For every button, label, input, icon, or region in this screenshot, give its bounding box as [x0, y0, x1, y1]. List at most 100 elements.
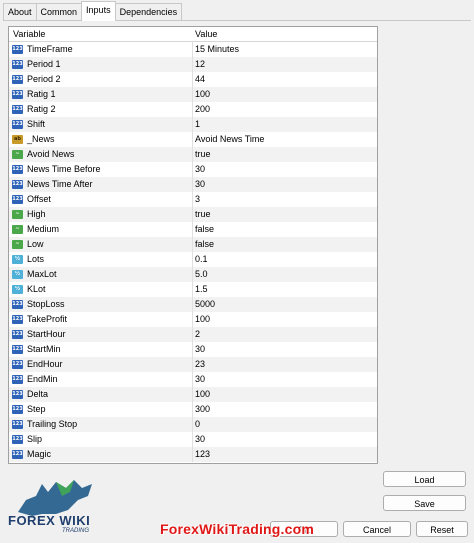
variable-value[interactable]: 30: [195, 432, 205, 447]
column-divider: [192, 132, 193, 147]
double-icon: ½: [12, 270, 23, 279]
variable-value[interactable]: 0.1: [195, 252, 208, 267]
column-divider: [192, 342, 193, 357]
int-icon: 123: [12, 165, 23, 174]
table-row[interactable]: 123 Offset 3: [9, 192, 377, 207]
variable-value[interactable]: 5.0: [195, 267, 208, 282]
table-row[interactable]: 123 Slip 30: [9, 432, 377, 447]
variable-name: StartHour: [27, 329, 66, 339]
table-row[interactable]: 123 StartMin 30: [9, 342, 377, 357]
inputs-grid: Variable Value 123 TimeFrame 15 Minutes 123…: [8, 26, 378, 464]
table-row[interactable]: 123 Magic 123: [9, 447, 377, 462]
variable-value[interactable]: false: [195, 237, 214, 252]
table-row[interactable]: ~ Medium false: [9, 222, 377, 237]
variable-value[interactable]: 30: [195, 342, 205, 357]
column-divider: [192, 177, 193, 192]
variable-value[interactable]: 30: [195, 177, 205, 192]
table-row[interactable]: 123 Delta 100: [9, 387, 377, 402]
int-icon: 123: [12, 60, 23, 69]
table-row[interactable]: 123 Ratig 1 100: [9, 87, 377, 102]
table-row[interactable]: ½ Lots 0.1: [9, 252, 377, 267]
variable-value[interactable]: 44: [195, 72, 205, 87]
variable-value[interactable]: 200: [195, 102, 210, 117]
variable-value[interactable]: 0: [195, 417, 200, 432]
variable-value[interactable]: 1: [195, 117, 200, 132]
table-row[interactable]: 123 Ratig 2 200: [9, 102, 377, 117]
variable-name: News Time Before: [27, 164, 101, 174]
variable-value[interactable]: 1.5: [195, 282, 208, 297]
variable-name: Period 1: [27, 59, 61, 69]
table-row[interactable]: 123 TakeProfit 100: [9, 312, 377, 327]
table-row[interactable]: 123 Period 2 44: [9, 72, 377, 87]
column-divider: [192, 102, 193, 117]
tab-about[interactable]: About: [3, 3, 37, 20]
column-divider: [192, 282, 193, 297]
variable-value[interactable]: 3: [195, 192, 200, 207]
table-row[interactable]: 123 News Time After 30: [9, 177, 377, 192]
tab-dependencies[interactable]: Dependencies: [114, 3, 183, 20]
variable-name: Delta: [27, 389, 49, 399]
variable-value[interactable]: 23: [195, 357, 205, 372]
load-button[interactable]: Load: [383, 471, 466, 487]
variable-name: Trailing Stop: [27, 419, 78, 429]
int-icon: 123: [12, 120, 23, 129]
variable-value[interactable]: true: [195, 147, 211, 162]
table-row[interactable]: 123 EndHour 23: [9, 357, 377, 372]
column-divider: [192, 222, 193, 237]
table-row[interactable]: 123 StartHour 2: [9, 327, 377, 342]
variable-name: _News: [27, 134, 55, 144]
column-divider: [192, 117, 193, 132]
save-button[interactable]: Save: [383, 495, 466, 511]
variable-name: Medium: [27, 224, 60, 234]
table-row[interactable]: 123 EndMin 30: [9, 372, 377, 387]
table-row[interactable]: 123 Step 300: [9, 402, 377, 417]
reset-button[interactable]: Reset: [416, 521, 468, 537]
variable-name: Low: [27, 239, 44, 249]
variable-value[interactable]: 15 Minutes: [195, 42, 239, 57]
variable-value[interactable]: true: [195, 207, 211, 222]
table-row[interactable]: 123 News Time Before 30: [9, 162, 377, 177]
variable-value[interactable]: 100: [195, 87, 210, 102]
variable-name: Magic: [27, 449, 52, 459]
variable-value[interactable]: 300: [195, 402, 210, 417]
tab-inputs[interactable]: Inputs: [81, 1, 116, 21]
table-row[interactable]: ab _News Avoid News Time: [9, 132, 377, 147]
int-icon: 123: [12, 45, 23, 54]
int-icon: 123: [12, 180, 23, 189]
column-divider: [192, 417, 193, 432]
table-row[interactable]: ~ High true: [9, 207, 377, 222]
variable-value[interactable]: 100: [195, 312, 210, 327]
int-icon: 123: [12, 420, 23, 429]
table-row[interactable]: 123 Shift 1: [9, 117, 377, 132]
table-row[interactable]: 123 StopLoss 5000: [9, 297, 377, 312]
variable-value[interactable]: 30: [195, 372, 205, 387]
watermark-text: ForexWikiTrading.com: [160, 521, 315, 537]
table-row[interactable]: ½ KLot 1.5: [9, 282, 377, 297]
table-row[interactable]: ~ Avoid News true: [9, 147, 377, 162]
column-header-value[interactable]: Value: [195, 27, 217, 41]
table-row[interactable]: 123 TimeFrame 15 Minutes: [9, 42, 377, 57]
table-row[interactable]: ~ Low false: [9, 237, 377, 252]
table-row[interactable]: 123 Trailing Stop 0: [9, 417, 377, 432]
variable-value[interactable]: 5000: [195, 297, 215, 312]
column-header-variable[interactable]: Variable: [13, 27, 45, 41]
column-divider: [192, 432, 193, 447]
bool-icon: ~: [12, 240, 23, 249]
variable-name: EndHour: [27, 359, 63, 369]
table-row[interactable]: ½ MaxLot 5.0: [9, 267, 377, 282]
variable-value[interactable]: 100: [195, 387, 210, 402]
variable-value[interactable]: 123: [195, 447, 210, 462]
column-divider: [192, 372, 193, 387]
variable-value[interactable]: 30: [195, 162, 205, 177]
table-row[interactable]: 123 Period 1 12: [9, 57, 377, 72]
tab-common[interactable]: Common: [35, 3, 83, 20]
variable-value[interactable]: 2: [195, 327, 200, 342]
column-divider: [192, 312, 193, 327]
int-icon: 123: [12, 315, 23, 324]
column-divider: [192, 267, 193, 282]
variable-value[interactable]: Avoid News Time: [195, 132, 264, 147]
variable-value[interactable]: 12: [195, 57, 205, 72]
variable-value[interactable]: false: [195, 222, 214, 237]
cancel-button[interactable]: Cancel: [343, 521, 411, 537]
int-icon: 123: [12, 405, 23, 414]
